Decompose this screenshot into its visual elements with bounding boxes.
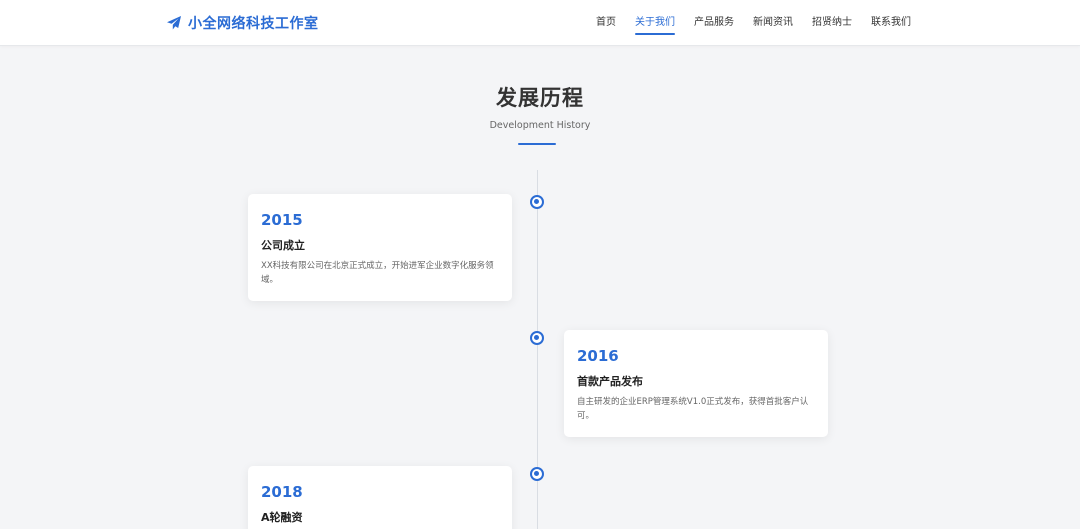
timeline-card: 2018 A轮融资 [248, 466, 512, 529]
timeline-title: A轮融资 [261, 511, 303, 524]
timeline-dot [530, 331, 544, 345]
timeline-year: 2018 [261, 483, 303, 501]
nav-item-news[interactable]: 新闻资讯 [753, 0, 793, 46]
timeline-dot [530, 195, 544, 209]
title-underline [518, 143, 556, 145]
nav-item-careers[interactable]: 招贤纳士 [812, 0, 852, 46]
timeline-card: 2016 首款产品发布 自主研发的企业ERP管理系统V1.0正式发布，获得首批客… [564, 330, 828, 437]
timeline-dot [530, 467, 544, 481]
brand-name: 小全网络科技工作室 [188, 16, 319, 32]
brand-logo-link[interactable]: 小全网络科技工作室 [166, 13, 319, 33]
timeline-title: 公司成立 [261, 239, 305, 252]
nav-item-contact[interactable]: 联系我们 [871, 0, 911, 46]
timeline-card: 2015 公司成立 XX科技有限公司在北京正式成立，开始进军企业数字化服务领域。 [248, 194, 512, 301]
timeline-desc: XX科技有限公司在北京正式成立，开始进军企业数字化服务领域。 [261, 261, 494, 285]
main-nav: 首页 关于我们 产品服务 新闻资讯 招贤纳士 联系我们 [596, 0, 911, 46]
section-subtitle: Development History [489, 120, 591, 131]
timeline-year: 2016 [577, 347, 619, 365]
timeline-desc: 自主研发的企业ERP管理系统V1.0正式发布，获得首批客户认可。 [577, 397, 809, 421]
nav-item-products[interactable]: 产品服务 [694, 0, 734, 46]
nav-item-about[interactable]: 关于我们 [635, 0, 675, 46]
nav-item-home[interactable]: 首页 [596, 0, 616, 46]
timeline-title: 首款产品发布 [577, 375, 643, 388]
paper-plane-icon [166, 15, 182, 31]
timeline-year: 2015 [261, 211, 303, 229]
section-title: 发展历程 [496, 86, 584, 110]
top-header: 小全网络科技工作室 首页 关于我们 产品服务 新闻资讯 招贤纳士 联系我们 [0, 0, 1080, 46]
